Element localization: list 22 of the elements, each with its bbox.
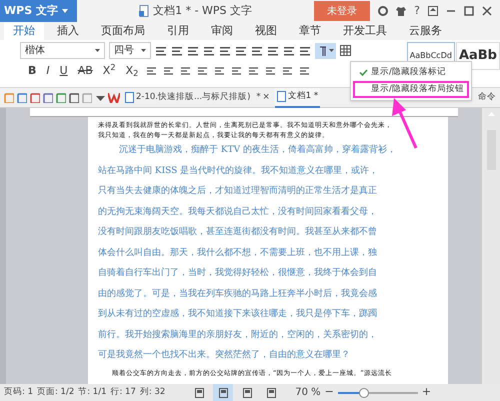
window-title: 文档1 * - WPS 文字 xyxy=(153,2,252,19)
text-line: 到从未有过的空虚感，我不知道接下来该往哪走，我只是停下车，踯躅 xyxy=(98,308,378,321)
text-line: 的无拘无束海阔天空。我每天都说自己太忙，没有时间回家看看父母， xyxy=(98,206,378,218)
status-text: 页码: 1 xyxy=(4,386,33,399)
status-text: 行: 17 xyxy=(110,386,136,399)
status-text: 列: 32 xyxy=(140,386,166,399)
text-line: 只有当失去健康的体魄之后，才知道过理智而清明的正常生活才是真正 xyxy=(98,184,378,198)
modified-mark: * xyxy=(255,91,261,104)
status-text: 节: 1/1 xyxy=(78,386,106,399)
text-line: 体会什么叫自由。那天，我什么都不想，不需要上班，也不用上课，独 xyxy=(98,246,378,260)
text-line: 沉迷于电脑游戏，痴醉于 KTV 的夜生活，倚着高富帅，穿着露背衫， xyxy=(118,144,397,157)
toolbar-label: 命令 xyxy=(478,91,496,104)
text-line: 没有时间跟朋友吃饭唱歌，甚至连逛街都没有时间。我甚至从来都不曾 xyxy=(98,226,378,239)
status-text: 页面: 1/2 xyxy=(36,386,74,399)
text-line: 站在马路中间 KISS 是当代时代的旋律。我不知道意义在哪里，或许， xyxy=(98,164,380,178)
zoom-percentage: 70 % xyxy=(295,386,321,400)
text-line: 自骑着自行车出门了，当时，我觉得好轻松，很惬意，我终于体会到自 xyxy=(98,266,378,280)
tab-title: 2-10.快速排版...与标尺排版) xyxy=(136,91,250,104)
text-line: 前行。我开始搜索脑海里的亲朋好友，附近的，空闲的，关系密切的， xyxy=(98,328,378,342)
tab-title: 文档1 * xyxy=(288,90,318,103)
text-line: 可是我竟然一个也找不出来。突然茫然了，自由的意义在哪里？ xyxy=(98,348,351,362)
text-line: 由的感觉了。可是，当我在列车疾驰的马路上狂奔半小时后，我竟会感 xyxy=(98,288,378,300)
